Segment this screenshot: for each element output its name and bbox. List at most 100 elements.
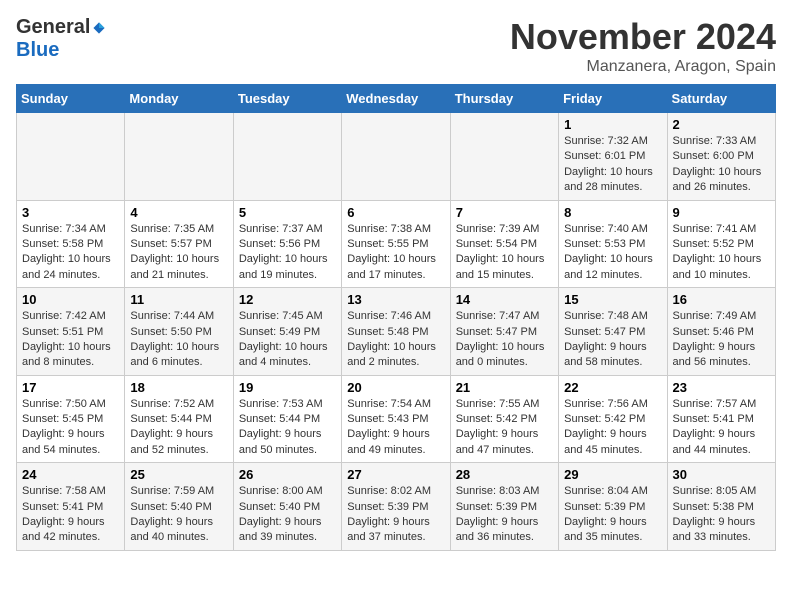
- day-info: Sunrise: 7:49 AMSunset: 5:46 PMDaylight:…: [673, 309, 770, 371]
- table-row: 11 Sunrise: 7:44 AMSunset: 5:50 PMDayligh…: [125, 288, 233, 376]
- day-number: 27: [347, 467, 444, 482]
- table-row: 22 Sunrise: 7:56 AMSunset: 5:42 PMDayligh…: [559, 375, 667, 463]
- day-number: 8: [564, 205, 661, 220]
- title-block: November 2024 Manzanera, Aragon, Spain: [510, 16, 776, 76]
- day-info: Sunrise: 7:48 AMSunset: 5:47 PMDaylight:…: [564, 309, 661, 371]
- table-row: 5 Sunrise: 7:37 AMSunset: 5:56 PMDaylight…: [233, 200, 341, 288]
- day-info: Sunrise: 7:46 AMSunset: 5:48 PMDaylight:…: [347, 309, 444, 371]
- day-info: Sunrise: 7:50 AMSunset: 5:45 PMDaylight:…: [22, 397, 119, 459]
- day-number: 23: [673, 380, 770, 395]
- calendar-table: Sunday Monday Tuesday Wednesday Thursday…: [16, 84, 776, 551]
- table-row: 15 Sunrise: 7:48 AMSunset: 5:47 PMDayligh…: [559, 288, 667, 376]
- location: Manzanera, Aragon, Spain: [510, 58, 776, 76]
- table-row: 4 Sunrise: 7:35 AMSunset: 5:57 PMDaylight…: [125, 200, 233, 288]
- calendar-week-2: 3 Sunrise: 7:34 AMSunset: 5:58 PMDaylight…: [17, 200, 776, 288]
- day-info: Sunrise: 7:40 AMSunset: 5:53 PMDaylight:…: [564, 222, 661, 284]
- day-number: 6: [347, 205, 444, 220]
- day-number: 11: [130, 292, 227, 307]
- table-row: 6Sunrise: 7:38 AMSunset: 5:55 PMDaylight…: [342, 200, 450, 288]
- page-header: General Blue November 2024 Manzanera, Ar…: [16, 16, 776, 76]
- day-number: 15: [564, 292, 661, 307]
- day-info: Sunrise: 7:44 AMSunset: 5:50 PMDaylight:…: [130, 309, 227, 371]
- table-row: 7 Sunrise: 7:39 AMSunset: 5:54 PMDaylight…: [450, 200, 558, 288]
- day-number: 4: [130, 205, 227, 220]
- day-info: Sunrise: 7:33 AMSunset: 6:00 PMDaylight:…: [673, 134, 770, 196]
- day-info: Sunrise: 7:41 AMSunset: 5:52 PMDaylight:…: [673, 222, 770, 284]
- day-info: Sunrise: 8:00 AMSunset: 5:40 PMDaylight:…: [239, 484, 336, 546]
- table-row: 10 Sunrise: 7:42 AMSunset: 5:51 PMDayligh…: [17, 288, 125, 376]
- day-info: Sunrise: 7:37 AMSunset: 5:56 PMDaylight:…: [239, 222, 336, 284]
- day-number: 14: [456, 292, 553, 307]
- day-info: Sunrise: 7:34 AMSunset: 5:58 PMDaylight:…: [22, 222, 119, 284]
- day-info: Sunrise: 7:52 AMSunset: 5:44 PMDaylight:…: [130, 397, 227, 459]
- table-row: 24Sunrise: 7:58 AMSunset: 5:41 PMDayligh…: [17, 463, 125, 551]
- header-saturday: Saturday: [667, 85, 775, 113]
- table-row: 28 Sunrise: 8:03 AMSunset: 5:39 PMDayligh…: [450, 463, 558, 551]
- calendar-week-1: 1 Sunrise: 7:32 AMSunset: 6:01 PMDaylight…: [17, 113, 776, 201]
- table-row: 27 Sunrise: 8:02 AMSunset: 5:39 PMDayligh…: [342, 463, 450, 551]
- logo-blue-text: Blue: [16, 39, 59, 61]
- table-row: 3 Sunrise: 7:34 AMSunset: 5:58 PMDaylight…: [17, 200, 125, 288]
- table-row: [342, 113, 450, 201]
- table-row: 25Sunrise: 7:59 AMSunset: 5:40 PMDayligh…: [125, 463, 233, 551]
- table-row: 8 Sunrise: 7:40 AMSunset: 5:53 PMDaylight…: [559, 200, 667, 288]
- day-info: Sunrise: 7:39 AMSunset: 5:54 PMDaylight:…: [456, 222, 553, 284]
- day-info: Sunrise: 7:58 AMSunset: 5:41 PMDaylight:…: [22, 484, 119, 546]
- table-row: 13Sunrise: 7:46 AMSunset: 5:48 PMDayligh…: [342, 288, 450, 376]
- day-info: Sunrise: 7:35 AMSunset: 5:57 PMDaylight:…: [130, 222, 227, 284]
- day-info: Sunrise: 7:53 AMSunset: 5:44 PMDaylight:…: [239, 397, 336, 459]
- day-info: Sunrise: 8:04 AMSunset: 5:39 PMDaylight:…: [564, 484, 661, 546]
- day-number: 3: [22, 205, 119, 220]
- day-number: 18: [130, 380, 227, 395]
- table-row: 1 Sunrise: 7:32 AMSunset: 6:01 PMDaylight…: [559, 113, 667, 201]
- day-number: 12: [239, 292, 336, 307]
- day-info: Sunrise: 7:54 AMSunset: 5:43 PMDaylight:…: [347, 397, 444, 459]
- logo-icon: [92, 21, 106, 35]
- day-info: Sunrise: 7:32 AMSunset: 6:01 PMDaylight:…: [564, 134, 661, 196]
- table-row: [233, 113, 341, 201]
- day-number: 30: [673, 467, 770, 482]
- day-number: 2: [673, 117, 770, 132]
- header-thursday: Thursday: [450, 85, 558, 113]
- day-info: Sunrise: 8:03 AMSunset: 5:39 PMDaylight:…: [456, 484, 553, 546]
- table-row: 14Sunrise: 7:47 AMSunset: 5:47 PMDayligh…: [450, 288, 558, 376]
- table-row: 21 Sunrise: 7:55 AMSunset: 5:42 PMDayligh…: [450, 375, 558, 463]
- day-number: 19: [239, 380, 336, 395]
- calendar-week-4: 17 Sunrise: 7:50 AMSunset: 5:45 PMDayligh…: [17, 375, 776, 463]
- day-number: 21: [456, 380, 553, 395]
- day-number: 7: [456, 205, 553, 220]
- header-friday: Friday: [559, 85, 667, 113]
- table-row: 18 Sunrise: 7:52 AMSunset: 5:44 PMDayligh…: [125, 375, 233, 463]
- table-row: [17, 113, 125, 201]
- day-number: 28: [456, 467, 553, 482]
- table-row: 26Sunrise: 8:00 AMSunset: 5:40 PMDayligh…: [233, 463, 341, 551]
- day-info: Sunrise: 7:55 AMSunset: 5:42 PMDaylight:…: [456, 397, 553, 459]
- table-row: 17 Sunrise: 7:50 AMSunset: 5:45 PMDayligh…: [17, 375, 125, 463]
- calendar-week-3: 10 Sunrise: 7:42 AMSunset: 5:51 PMDayligh…: [17, 288, 776, 376]
- day-number: 16: [673, 292, 770, 307]
- logo-general-text: General: [16, 16, 90, 39]
- day-info: Sunrise: 8:02 AMSunset: 5:39 PMDaylight:…: [347, 484, 444, 546]
- header-sunday: Sunday: [17, 85, 125, 113]
- table-row: 30 Sunrise: 8:05 AMSunset: 5:38 PMDayligh…: [667, 463, 775, 551]
- table-row: 16 Sunrise: 7:49 AMSunset: 5:46 PMDayligh…: [667, 288, 775, 376]
- day-number: 22: [564, 380, 661, 395]
- day-number: 17: [22, 380, 119, 395]
- day-info: Sunrise: 7:56 AMSunset: 5:42 PMDaylight:…: [564, 397, 661, 459]
- day-number: 9: [673, 205, 770, 220]
- day-info: Sunrise: 7:42 AMSunset: 5:51 PMDaylight:…: [22, 309, 119, 371]
- day-number: 5: [239, 205, 336, 220]
- month-title: November 2024: [510, 16, 776, 58]
- day-info: Sunrise: 7:45 AMSunset: 5:49 PMDaylight:…: [239, 309, 336, 371]
- table-row: 19 Sunrise: 7:53 AMSunset: 5:44 PMDayligh…: [233, 375, 341, 463]
- table-row: [125, 113, 233, 201]
- table-row: 23Sunrise: 7:57 AMSunset: 5:41 PMDayligh…: [667, 375, 775, 463]
- table-row: 20Sunrise: 7:54 AMSunset: 5:43 PMDayligh…: [342, 375, 450, 463]
- day-number: 10: [22, 292, 119, 307]
- header-tuesday: Tuesday: [233, 85, 341, 113]
- day-info: Sunrise: 8:05 AMSunset: 5:38 PMDaylight:…: [673, 484, 770, 546]
- day-number: 25: [130, 467, 227, 482]
- day-number: 1: [564, 117, 661, 132]
- header-monday: Monday: [125, 85, 233, 113]
- table-row: 29Sunrise: 8:04 AMSunset: 5:39 PMDayligh…: [559, 463, 667, 551]
